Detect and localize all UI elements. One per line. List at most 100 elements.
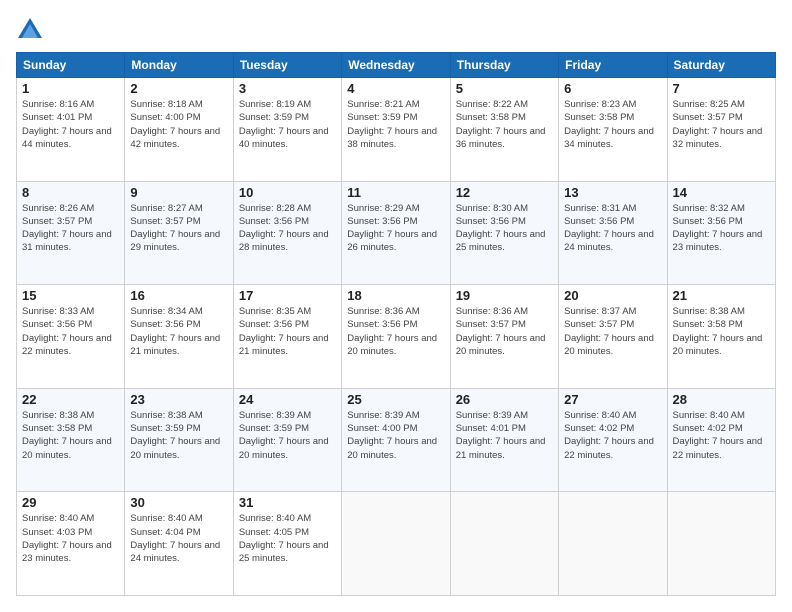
daylight: Daylight: 7 hours and 42 minutes. [130, 126, 220, 150]
day-number: 9 [130, 185, 227, 200]
day-info: Sunrise: 8:30 AM Sunset: 3:56 PM Dayligh… [456, 202, 553, 255]
daylight: Daylight: 7 hours and 20 minutes. [130, 436, 220, 460]
day-info: Sunrise: 8:35 AM Sunset: 3:56 PM Dayligh… [239, 305, 336, 358]
day-number: 8 [22, 185, 119, 200]
sunset: Sunset: 3:58 PM [673, 319, 743, 330]
calendar-cell: 30 Sunrise: 8:40 AM Sunset: 4:04 PM Dayl… [125, 492, 233, 596]
daylight: Daylight: 7 hours and 23 minutes. [673, 229, 763, 253]
week-row: 15 Sunrise: 8:33 AM Sunset: 3:56 PM Dayl… [17, 285, 776, 389]
sunrise: Sunrise: 8:36 AM [456, 306, 528, 317]
daylight: Daylight: 7 hours and 24 minutes. [130, 540, 220, 564]
calendar-table: SundayMondayTuesdayWednesdayThursdayFrid… [16, 52, 776, 596]
sunset: Sunset: 4:01 PM [456, 423, 526, 434]
calendar-cell [559, 492, 667, 596]
sunset: Sunset: 3:59 PM [347, 112, 417, 123]
day-number: 23 [130, 392, 227, 407]
day-number: 21 [673, 288, 770, 303]
logo-icon [16, 16, 44, 44]
sunset: Sunset: 3:59 PM [239, 112, 309, 123]
day-info: Sunrise: 8:40 AM Sunset: 4:05 PM Dayligh… [239, 512, 336, 565]
calendar-cell: 21 Sunrise: 8:38 AM Sunset: 3:58 PM Dayl… [667, 285, 775, 389]
day-info: Sunrise: 8:25 AM Sunset: 3:57 PM Dayligh… [673, 98, 770, 151]
sunset: Sunset: 3:58 PM [22, 423, 92, 434]
day-info: Sunrise: 8:40 AM Sunset: 4:03 PM Dayligh… [22, 512, 119, 565]
sunrise: Sunrise: 8:40 AM [130, 513, 202, 524]
day-number: 6 [564, 81, 661, 96]
calendar-cell: 14 Sunrise: 8:32 AM Sunset: 3:56 PM Dayl… [667, 181, 775, 285]
sunrise: Sunrise: 8:26 AM [22, 203, 94, 214]
calendar-cell [667, 492, 775, 596]
daylight: Daylight: 7 hours and 38 minutes. [347, 126, 437, 150]
calendar-cell: 7 Sunrise: 8:25 AM Sunset: 3:57 PM Dayli… [667, 78, 775, 182]
day-number: 12 [456, 185, 553, 200]
calendar-cell: 27 Sunrise: 8:40 AM Sunset: 4:02 PM Dayl… [559, 388, 667, 492]
day-number: 15 [22, 288, 119, 303]
sunrise: Sunrise: 8:39 AM [456, 410, 528, 421]
day-info: Sunrise: 8:28 AM Sunset: 3:56 PM Dayligh… [239, 202, 336, 255]
day-info: Sunrise: 8:39 AM Sunset: 3:59 PM Dayligh… [239, 409, 336, 462]
day-info: Sunrise: 8:34 AM Sunset: 3:56 PM Dayligh… [130, 305, 227, 358]
calendar-cell: 19 Sunrise: 8:36 AM Sunset: 3:57 PM Dayl… [450, 285, 558, 389]
calendar-cell: 1 Sunrise: 8:16 AM Sunset: 4:01 PM Dayli… [17, 78, 125, 182]
sunrise: Sunrise: 8:33 AM [22, 306, 94, 317]
calendar-cell: 15 Sunrise: 8:33 AM Sunset: 3:56 PM Dayl… [17, 285, 125, 389]
calendar-cell: 20 Sunrise: 8:37 AM Sunset: 3:57 PM Dayl… [559, 285, 667, 389]
sunrise: Sunrise: 8:38 AM [673, 306, 745, 317]
day-number: 30 [130, 495, 227, 510]
sunrise: Sunrise: 8:40 AM [239, 513, 311, 524]
sunrise: Sunrise: 8:28 AM [239, 203, 311, 214]
day-info: Sunrise: 8:38 AM Sunset: 3:58 PM Dayligh… [673, 305, 770, 358]
sunrise: Sunrise: 8:32 AM [673, 203, 745, 214]
daylight: Daylight: 7 hours and 20 minutes. [347, 436, 437, 460]
calendar-cell: 11 Sunrise: 8:29 AM Sunset: 3:56 PM Dayl… [342, 181, 450, 285]
daylight: Daylight: 7 hours and 20 minutes. [22, 436, 112, 460]
daylight: Daylight: 7 hours and 29 minutes. [130, 229, 220, 253]
week-row: 22 Sunrise: 8:38 AM Sunset: 3:58 PM Dayl… [17, 388, 776, 492]
sunset: Sunset: 4:02 PM [673, 423, 743, 434]
sunset: Sunset: 4:04 PM [130, 527, 200, 538]
daylight: Daylight: 7 hours and 25 minutes. [456, 229, 546, 253]
sunset: Sunset: 3:56 PM [130, 319, 200, 330]
day-info: Sunrise: 8:27 AM Sunset: 3:57 PM Dayligh… [130, 202, 227, 255]
daylight: Daylight: 7 hours and 22 minutes. [564, 436, 654, 460]
sunrise: Sunrise: 8:38 AM [22, 410, 94, 421]
day-number: 22 [22, 392, 119, 407]
sunset: Sunset: 3:56 PM [673, 216, 743, 227]
daylight: Daylight: 7 hours and 20 minutes. [347, 333, 437, 357]
day-number: 5 [456, 81, 553, 96]
daylight: Daylight: 7 hours and 20 minutes. [239, 436, 329, 460]
daylight: Daylight: 7 hours and 23 minutes. [22, 540, 112, 564]
daylight: Daylight: 7 hours and 21 minutes. [239, 333, 329, 357]
calendar-cell: 18 Sunrise: 8:36 AM Sunset: 3:56 PM Dayl… [342, 285, 450, 389]
calendar-cell: 23 Sunrise: 8:38 AM Sunset: 3:59 PM Dayl… [125, 388, 233, 492]
calendar-cell: 10 Sunrise: 8:28 AM Sunset: 3:56 PM Dayl… [233, 181, 341, 285]
day-info: Sunrise: 8:32 AM Sunset: 3:56 PM Dayligh… [673, 202, 770, 255]
daylight: Daylight: 7 hours and 20 minutes. [673, 333, 763, 357]
day-number: 7 [673, 81, 770, 96]
calendar-cell: 4 Sunrise: 8:21 AM Sunset: 3:59 PM Dayli… [342, 78, 450, 182]
daylight: Daylight: 7 hours and 22 minutes. [22, 333, 112, 357]
sunset: Sunset: 3:58 PM [456, 112, 526, 123]
day-info: Sunrise: 8:39 AM Sunset: 4:00 PM Dayligh… [347, 409, 444, 462]
day-number: 18 [347, 288, 444, 303]
sunrise: Sunrise: 8:21 AM [347, 99, 419, 110]
calendar-cell: 25 Sunrise: 8:39 AM Sunset: 4:00 PM Dayl… [342, 388, 450, 492]
calendar-cell: 17 Sunrise: 8:35 AM Sunset: 3:56 PM Dayl… [233, 285, 341, 389]
calendar-cell: 9 Sunrise: 8:27 AM Sunset: 3:57 PM Dayli… [125, 181, 233, 285]
daylight: Daylight: 7 hours and 32 minutes. [673, 126, 763, 150]
calendar-cell: 12 Sunrise: 8:30 AM Sunset: 3:56 PM Dayl… [450, 181, 558, 285]
day-info: Sunrise: 8:29 AM Sunset: 3:56 PM Dayligh… [347, 202, 444, 255]
sunset: Sunset: 4:03 PM [22, 527, 92, 538]
sunrise: Sunrise: 8:40 AM [673, 410, 745, 421]
week-row: 1 Sunrise: 8:16 AM Sunset: 4:01 PM Dayli… [17, 78, 776, 182]
calendar-body: 1 Sunrise: 8:16 AM Sunset: 4:01 PM Dayli… [17, 78, 776, 596]
day-number: 2 [130, 81, 227, 96]
sunrise: Sunrise: 8:25 AM [673, 99, 745, 110]
day-number: 20 [564, 288, 661, 303]
sunrise: Sunrise: 8:30 AM [456, 203, 528, 214]
day-number: 13 [564, 185, 661, 200]
daylight: Daylight: 7 hours and 21 minutes. [456, 436, 546, 460]
day-info: Sunrise: 8:40 AM Sunset: 4:02 PM Dayligh… [564, 409, 661, 462]
weekday-header-friday: Friday [559, 53, 667, 78]
day-number: 26 [456, 392, 553, 407]
